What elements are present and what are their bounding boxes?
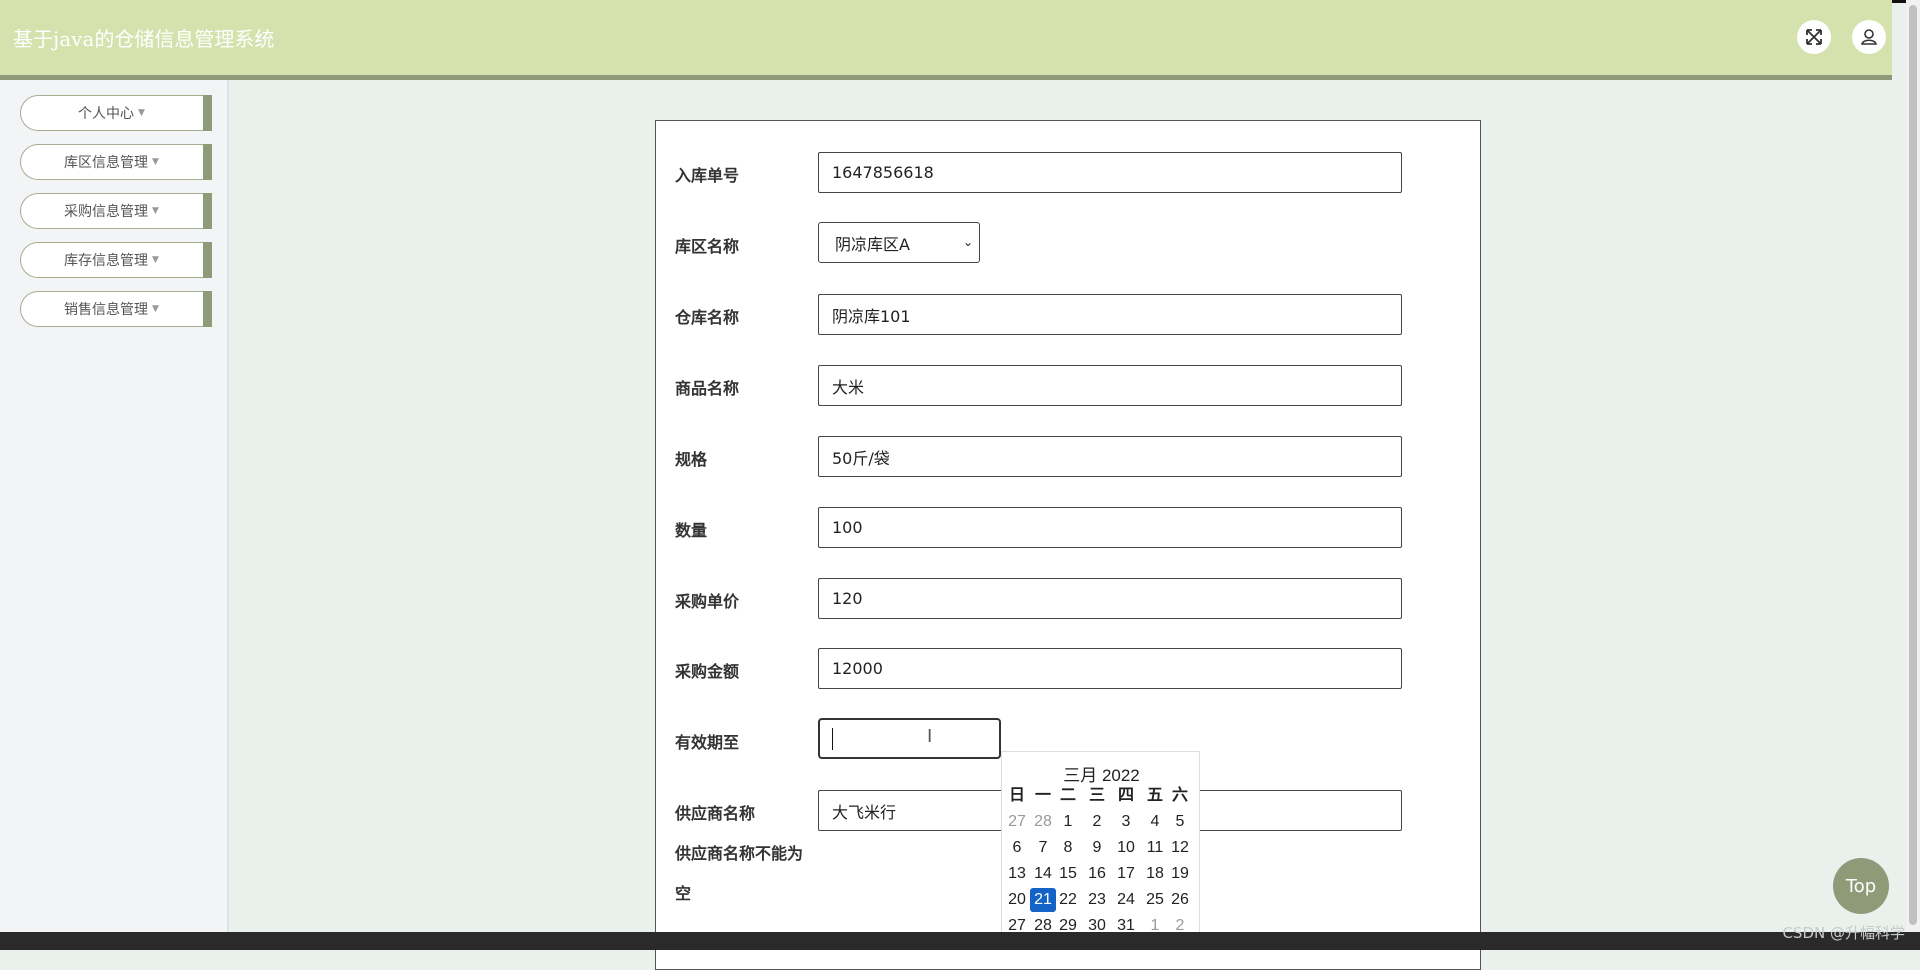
sidebar-item-accent xyxy=(203,193,212,229)
sidebar-item-accent xyxy=(203,95,212,131)
calendar-day[interactable]: 26 xyxy=(1167,888,1193,912)
sidebar-item-purchase-management[interactable]: 采购信息管理 ▼ xyxy=(20,193,212,229)
calendar-day[interactable]: 13 xyxy=(1004,862,1030,886)
user-menu-button[interactable] xyxy=(1852,20,1886,54)
sidebar-item-personal-center[interactable]: 个人中心 ▼ xyxy=(20,95,212,131)
calendar-day[interactable]: 22 xyxy=(1055,888,1081,912)
calendar-day[interactable]: 7 xyxy=(1030,836,1056,860)
sidebar-item-label: 采购信息管理 xyxy=(64,204,149,220)
calendar-day[interactable]: 14 xyxy=(1030,862,1056,886)
page-scrollbar[interactable] xyxy=(1906,0,1920,932)
app-header: 基于java的仓储信息管理系统 xyxy=(0,0,1892,80)
chevron-down-icon: ▼ xyxy=(138,108,145,118)
calendar-day[interactable]: 27 xyxy=(1004,810,1030,834)
calendar-day[interactable]: 11 xyxy=(1142,836,1168,860)
weekday-header: 四 xyxy=(1117,787,1134,804)
sidebar-item-label: 库区信息管理 xyxy=(64,155,149,171)
label-expiry-date: 有效期至 xyxy=(675,733,740,752)
zone-name-selected-value: 阴凉库区A xyxy=(835,234,910,254)
unit-price-input[interactable]: 120 xyxy=(818,578,1402,619)
sidebar-item-zone-management[interactable]: 库区信息管理 ▼ xyxy=(20,144,212,180)
weekday-header: 五 xyxy=(1146,787,1163,804)
calendar-day[interactable]: 10 xyxy=(1113,836,1139,860)
spec-input[interactable]: 50斤/袋 xyxy=(818,436,1402,477)
chevron-down-icon: ▼ xyxy=(152,304,159,314)
label-unit-price: 采购单价 xyxy=(675,592,740,611)
calendar-day[interactable]: 24 xyxy=(1113,888,1139,912)
date-picker-month-title: 三月 2022 xyxy=(1063,766,1140,785)
inbound-no-input[interactable]: 1647856618 xyxy=(818,152,1402,193)
calendar-day[interactable]: 15 xyxy=(1055,862,1081,886)
calendar-day[interactable]: 9 xyxy=(1084,836,1110,860)
sidebar-item-label: 个人中心 xyxy=(78,106,135,122)
sidebar-item-accent xyxy=(203,291,212,327)
calendar-day[interactable]: 5 xyxy=(1167,810,1193,834)
user-icon xyxy=(1861,29,1877,45)
amount-input[interactable]: 12000 xyxy=(818,648,1402,689)
label-spec: 规格 xyxy=(675,450,708,469)
quantity-input[interactable]: 100 xyxy=(818,507,1402,548)
sidebar-item-inventory-management[interactable]: 库存信息管理 ▼ xyxy=(20,242,212,278)
zone-name-select[interactable]: 阴凉库区A ⌄ xyxy=(818,222,980,263)
weekday-header: 一 xyxy=(1034,787,1051,804)
calendar-day[interactable]: 4 xyxy=(1142,810,1168,834)
expand-arrows-icon xyxy=(1806,29,1822,45)
expiry-date-input[interactable]: I xyxy=(818,718,1001,759)
sidebar-item-accent xyxy=(203,144,212,180)
calendar-day[interactable]: 19 xyxy=(1167,862,1193,886)
os-taskbar xyxy=(0,932,1920,950)
label-zone-name: 库区名称 xyxy=(675,237,740,256)
sidebar-item-sales-management[interactable]: 销售信息管理 ▼ xyxy=(20,291,212,327)
calendar-day[interactable]: 28 xyxy=(1030,810,1056,834)
calendar-day[interactable]: 18 xyxy=(1142,862,1168,886)
date-picker-popup: 三月 2022 日一二三四五六 27 28 1 2 3 4 5 6 7 8 9 10 11 12 13 14 15… xyxy=(1001,751,1200,936)
calendar-day[interactable]: 1 xyxy=(1055,810,1081,834)
sidebar-item-accent xyxy=(203,242,212,278)
warehouse-name-input[interactable]: 阴凉库101 xyxy=(818,294,1402,335)
weekday-header: 二 xyxy=(1059,787,1076,804)
supplier-error-message-cont: 空 xyxy=(675,884,692,903)
chevron-down-icon: ⌄ xyxy=(962,235,973,249)
label-supplier-name: 供应商名称 xyxy=(675,804,756,823)
weekday-header: 三 xyxy=(1088,787,1105,804)
calendar-day[interactable]: 16 xyxy=(1084,862,1110,886)
label-amount: 采购金额 xyxy=(675,662,740,681)
calendar-day[interactable]: 6 xyxy=(1004,836,1030,860)
scrollbar-thumb[interactable] xyxy=(1909,5,1917,925)
calendar-day[interactable]: 25 xyxy=(1142,888,1168,912)
sidebar: 个人中心 ▼ 库区信息管理 ▼ 采购信息管理 ▼ 库存信息管理 ▼ 销售信息管理 ▼ xyxy=(0,80,229,932)
ibeam-cursor-icon: I xyxy=(927,726,933,747)
app-title: 基于java的仓储信息管理系统 xyxy=(13,27,275,51)
calendar-day[interactable]: 20 xyxy=(1004,888,1030,912)
product-name-input[interactable]: 大米 xyxy=(818,365,1402,406)
calendar-day[interactable]: 8 xyxy=(1055,836,1081,860)
label-product-name: 商品名称 xyxy=(675,379,740,398)
calendar-day[interactable]: 17 xyxy=(1113,862,1139,886)
calendar-day[interactable]: 3 xyxy=(1113,810,1139,834)
sidebar-item-label: 库存信息管理 xyxy=(64,253,149,269)
calendar-day[interactable]: 23 xyxy=(1084,888,1110,912)
calendar-day[interactable]: 21 xyxy=(1030,888,1056,912)
chevron-down-icon: ▼ xyxy=(152,157,159,167)
weekday-header: 六 xyxy=(1171,787,1188,804)
weekday-header: 日 xyxy=(1008,787,1025,804)
calendar-day[interactable]: 12 xyxy=(1167,836,1193,860)
label-warehouse-name: 仓库名称 xyxy=(675,308,740,327)
chevron-down-icon: ▼ xyxy=(152,206,159,216)
label-inbound-no: 入库单号 xyxy=(675,166,740,185)
watermark: CSDN @升幅科学 xyxy=(1782,924,1905,942)
back-to-top-button[interactable]: Top xyxy=(1833,858,1889,914)
fullscreen-button[interactable] xyxy=(1797,20,1831,54)
sidebar-item-label: 销售信息管理 xyxy=(64,302,149,318)
text-cursor xyxy=(832,728,833,750)
label-quantity: 数量 xyxy=(675,521,708,540)
calendar-day[interactable]: 2 xyxy=(1084,810,1110,834)
supplier-error-message: 供应商名称不能为 xyxy=(675,844,804,863)
chevron-down-icon: ▼ xyxy=(152,255,159,265)
